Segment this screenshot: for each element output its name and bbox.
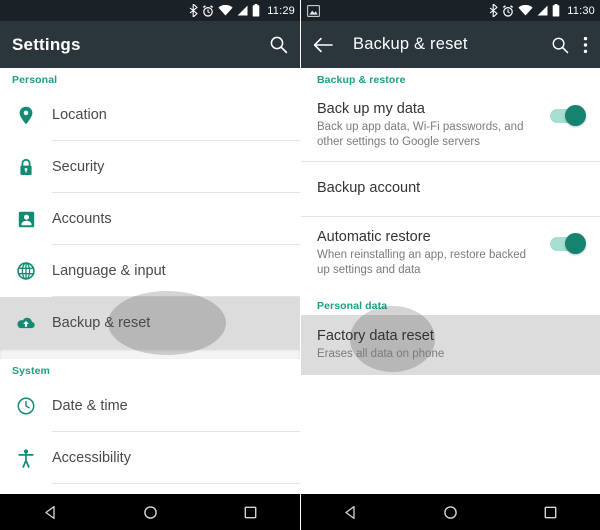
search-icon[interactable]	[269, 35, 288, 54]
sidebar-item-label: Accounts	[52, 211, 112, 227]
status-bar-clock: 11:29	[267, 4, 295, 17]
sidebar-item-label: Location	[52, 107, 107, 123]
backup-reset-screen: 11:30 Backup & reset Backup & restore Ba…	[300, 0, 600, 530]
status-bar-clock: 11:30	[567, 4, 595, 17]
preference-back-up-my-data[interactable]: Back up my data Back up app data, Wi-Fi …	[301, 89, 600, 163]
location-pin-icon	[0, 106, 52, 125]
row-divider	[52, 483, 300, 484]
page-title: Settings	[12, 34, 81, 54]
battery-icon	[552, 4, 560, 17]
preference-subtitle: Erases all data on phone	[317, 348, 445, 361]
battery-icon	[252, 4, 260, 17]
signal-icon	[537, 5, 548, 16]
screenshot-icon	[307, 4, 320, 17]
back-icon[interactable]	[321, 505, 381, 520]
settings-list[interactable]: Personal Location Security Accounts Lang…	[0, 68, 300, 494]
status-bar-system-icons: 11:29	[189, 4, 295, 17]
navigation-bar-right[interactable]	[301, 494, 600, 530]
more-vert-icon[interactable]	[583, 36, 588, 54]
sidebar-item-security[interactable]: Security	[0, 141, 300, 193]
settings-screen: 11:29 Settings Personal Location Securit…	[0, 0, 300, 530]
preference-subtitle: When reinstalling an app, restore backed…	[317, 248, 527, 276]
section-header-system: System	[12, 365, 50, 377]
backup-reset-list[interactable]: Backup & restore Back up my data Back up…	[301, 68, 600, 494]
wifi-icon	[218, 5, 233, 16]
recents-icon[interactable]	[520, 505, 580, 520]
section-header-backup-restore: Backup & restore	[317, 74, 406, 86]
sidebar-item-label: Language & input	[52, 263, 166, 279]
preference-automatic-restore[interactable]: Automatic restore When reinstalling an a…	[301, 217, 600, 290]
section-header-personal-data: Personal data	[317, 300, 388, 313]
preference-title: Back up my data	[317, 101, 425, 117]
preference-backup-account[interactable]: Backup account	[301, 162, 600, 217]
back-icon[interactable]	[20, 505, 80, 520]
sidebar-item-label: Date & time	[52, 398, 128, 414]
sidebar-item-accessibility[interactable]: Accessibility	[0, 432, 300, 484]
preference-title: Automatic restore	[317, 228, 431, 245]
section-divider	[0, 349, 300, 359]
account-box-icon	[0, 211, 52, 228]
cloud-upload-icon	[0, 316, 52, 331]
back-up-my-data-toggle[interactable]	[550, 105, 586, 126]
sidebar-item-label: Accessibility	[52, 450, 131, 466]
sidebar-item-label: Backup & reset	[52, 315, 151, 331]
home-icon[interactable]	[120, 505, 180, 520]
alarm-icon	[503, 4, 514, 17]
globe-icon	[0, 262, 52, 280]
backup-reset-toolbar: Backup & reset	[301, 21, 600, 68]
sidebar-item-label: Security	[52, 159, 105, 175]
sidebar-item-location[interactable]: Location	[0, 89, 300, 141]
sidebar-item-accounts[interactable]: Accounts	[0, 193, 300, 245]
dual-screenshot: 11:29 Settings Personal Location Securit…	[0, 0, 600, 530]
automatic-restore-toggle[interactable]	[550, 232, 586, 254]
home-icon[interactable]	[420, 505, 480, 520]
clock-icon	[0, 397, 52, 415]
toggle-knob	[565, 105, 586, 126]
sidebar-item-language-input[interactable]: Language & input	[0, 245, 300, 297]
bluetooth-icon	[189, 4, 198, 17]
status-bar-system-icons: 11:30	[489, 4, 595, 17]
accessibility-icon	[0, 448, 52, 468]
signal-icon	[237, 5, 248, 16]
sidebar-item-backup-reset[interactable]: Backup & reset	[0, 291, 300, 355]
preference-title: Backup account	[317, 180, 421, 197]
status-bar-left: 11:29	[0, 0, 300, 21]
bluetooth-icon	[489, 4, 498, 17]
arrow-back-icon[interactable]	[313, 37, 333, 53]
page-title: Backup & reset	[353, 35, 468, 53]
sidebar-item-date-time[interactable]: Date & time	[0, 380, 300, 432]
lock-icon	[0, 158, 52, 177]
status-bar-notifications	[307, 4, 489, 17]
status-bar-right: 11:30	[301, 0, 600, 21]
recents-icon[interactable]	[220, 505, 280, 520]
alarm-icon	[203, 4, 214, 17]
preference-factory-data-reset[interactable]: Factory data reset Erases all data on ph…	[301, 306, 600, 376]
toggle-knob	[565, 232, 586, 254]
section-header-personal: Personal	[12, 74, 58, 86]
preference-title: Factory data reset	[317, 328, 434, 345]
preference-subtitle: Back up app data, Wi-Fi passwords, and o…	[317, 121, 524, 149]
navigation-bar-left[interactable]	[0, 494, 300, 530]
search-icon[interactable]	[551, 36, 569, 54]
wifi-icon	[518, 5, 533, 16]
settings-toolbar: Settings	[0, 21, 300, 68]
